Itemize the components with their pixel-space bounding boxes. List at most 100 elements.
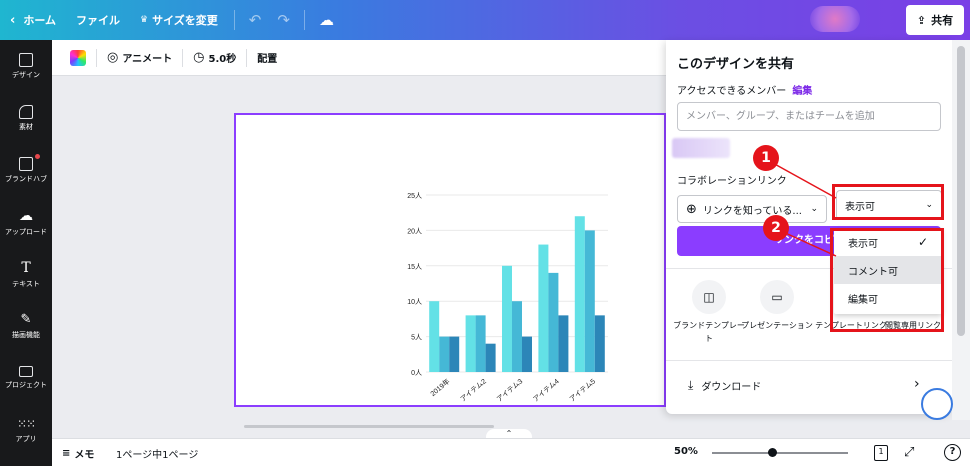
presentation-icon: ▭ — [760, 280, 794, 314]
share-button[interactable]: ⇪ 共有 — [906, 5, 964, 35]
sidebar-item-label: プロジェクト — [5, 381, 47, 389]
duration-button[interactable]: ◷ 5.0秒 — [183, 40, 246, 76]
animate-button[interactable]: ◎ アニメート — [97, 40, 182, 76]
download-button[interactable]: ⤓ ダウンロード — [688, 378, 761, 393]
scrollbar-thumb[interactable] — [244, 425, 494, 428]
upload-icon: ☁ — [19, 207, 33, 224]
sidebar-item-design[interactable]: デザイン — [0, 40, 52, 92]
bar — [485, 343, 496, 372]
position-button[interactable]: 配置 — [247, 40, 287, 76]
option-label: プレゼンテーション — [741, 321, 813, 330]
sidebar-item-upload[interactable]: ☁ アップロード — [0, 196, 52, 248]
bar — [574, 216, 585, 372]
highlight-box-permission — [832, 184, 944, 220]
resize-button[interactable]: ♛ サイズを変更 — [130, 0, 228, 40]
home-label: ホーム — [23, 14, 57, 27]
sidebar-item-draw[interactable]: ✎ 描画機能 — [0, 300, 52, 352]
x-tick-label: アイテム2 — [459, 377, 488, 403]
share-panel-title: このデザインを共有 — [677, 57, 795, 72]
notification-dot — [35, 154, 40, 159]
home-button[interactable]: ‹ ホーム — [0, 0, 66, 40]
sidebar-item-label: ブランドハブ — [5, 174, 47, 183]
bottom-bar: ≡ メモ 1ページ中1ページ 50% 1 ⤢ ? — [52, 438, 970, 466]
duration-label: 5.0秒 — [208, 54, 237, 65]
file-menu-button[interactable]: ファイル — [66, 0, 130, 40]
chevron-down-icon: ⌄ — [810, 204, 818, 214]
file-label: ファイル — [76, 14, 121, 27]
page-counter: 1ページ中1ページ — [116, 450, 199, 461]
y-tick-label: 10人 — [407, 298, 422, 306]
share-upload-icon: ⇪ — [916, 13, 927, 27]
sidebar-item-brand-hub[interactable]: ブランドハブ — [0, 144, 52, 196]
sidebar-item-projects[interactable]: プロジェクト — [0, 352, 52, 404]
edit-access-link[interactable]: 編集 — [792, 86, 812, 97]
fullscreen-icon[interactable]: ⤢ — [904, 445, 914, 460]
zoom-slider[interactable] — [712, 452, 848, 454]
divider — [666, 360, 952, 361]
scrollbar-thumb[interactable] — [957, 46, 965, 336]
assistant-button[interactable] — [921, 388, 953, 420]
brand-hub-icon — [19, 156, 33, 171]
bar — [548, 272, 559, 372]
resize-label: サイズを変更 — [152, 14, 218, 27]
option-presentation[interactable]: ▭ プレゼンテーション — [738, 280, 816, 332]
sidebar-item-apps[interactable]: ⁙⁙ アプリ — [0, 404, 52, 456]
redo-icon[interactable]: ↷ — [269, 11, 298, 29]
brand-template-icon: ◫ — [692, 280, 726, 314]
design-icon — [19, 52, 33, 67]
y-tick-label: 5人 — [411, 334, 422, 342]
chevron-left-icon: ‹ — [10, 12, 16, 28]
panel-scrollbar[interactable] — [952, 40, 970, 420]
member-avatars — [672, 138, 730, 158]
draw-icon: ✎ — [20, 312, 32, 327]
horizontal-scrollbar[interactable] — [58, 424, 666, 430]
sidebar-item-text[interactable]: T テキスト — [0, 248, 52, 300]
bar — [512, 301, 522, 372]
x-tick-label: アイテム3 — [495, 377, 524, 403]
download-label: ダウンロード — [701, 382, 762, 393]
y-tick-label: 15人 — [407, 263, 422, 271]
page-view-icon[interactable]: 1 — [874, 445, 888, 461]
y-tick-label: 0人 — [411, 369, 422, 377]
zoom-slider-knob[interactable] — [768, 448, 777, 457]
option-brand-template[interactable]: ◫ ブランドテンプレート — [670, 280, 748, 345]
annotation-step-2: 2 — [763, 215, 789, 241]
x-tick-label: アイテム5 — [568, 377, 597, 403]
sidebar-item-label: 描画機能 — [12, 331, 40, 339]
link-scope-select[interactable]: ⊕ リンクを知っている... ⌄ — [677, 195, 827, 223]
chevron-up-icon: ⌃ — [505, 429, 513, 438]
y-tick-label: 20人 — [407, 227, 422, 235]
help-button[interactable]: ? — [944, 444, 961, 461]
clock-icon: ◷ — [193, 50, 205, 65]
highlight-box-dropdown — [830, 228, 944, 332]
bar — [429, 301, 440, 372]
avatar[interactable] — [810, 6, 860, 32]
color-picker-button[interactable] — [60, 40, 96, 76]
zoom-level[interactable]: 50% — [674, 446, 698, 457]
position-label: 配置 — [257, 54, 278, 65]
share-panel: このデザインを共有 アクセスできるメンバー 編集 メンバー、グループ、またはチーム… — [666, 40, 952, 414]
bar-chart[interactable]: 0人 5人 10人 15人 20人 25人 2019年 アイテム2 アイテム3 アイテム4 アイテム… — [236, 115, 664, 405]
folder-icon — [19, 366, 33, 377]
access-label: アクセスできるメンバー — [677, 86, 787, 97]
canvas-area: 0人 5人 10人 15人 20人 25人 2019年 アイテム2 アイテム3 アイテム4 アイテム… — [52, 76, 666, 424]
elements-icon — [19, 104, 33, 119]
chevron-right-icon: › — [914, 376, 920, 392]
left-sidebar: デザイン 素材 ブランドハブ ☁ アップロード T テキスト ✎ 描画機能 プロ… — [0, 40, 52, 466]
link-scope-label: リンクを知っている... — [702, 205, 802, 217]
design-page[interactable]: 0人 5人 10人 15人 20人 25人 2019年 アイテム2 アイテム3 アイテム4 アイテム… — [234, 113, 666, 407]
text-icon: T — [21, 259, 31, 276]
toolbar-divider — [303, 10, 305, 30]
bar — [439, 336, 450, 372]
annotation-step-1: 1 — [753, 145, 779, 171]
sidebar-item-label: デザイン — [12, 70, 40, 79]
sidebar-item-elements[interactable]: 素材 — [0, 92, 52, 144]
context-toolbar: ◎ アニメート ◷ 5.0秒 配置 — [52, 40, 666, 76]
notes-button[interactable]: ≡ メモ — [62, 446, 94, 461]
cloud-saved-icon[interactable]: ☁ — [311, 11, 342, 29]
undo-icon[interactable]: ↶ — [241, 11, 270, 29]
globe-icon: ⊕ — [686, 201, 697, 217]
add-members-input[interactable]: メンバー、グループ、またはチームを追加 — [677, 102, 941, 131]
apps-icon: ⁙⁙ — [16, 416, 36, 431]
bar — [538, 244, 549, 372]
